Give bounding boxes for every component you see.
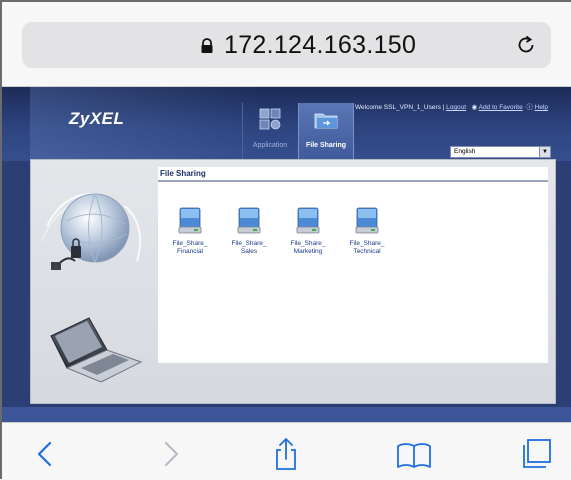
tab-application[interactable]: Application [242, 103, 297, 161]
zyxel-portal-page: ZyXEL Application File Sharing Welcome S… [2, 87, 571, 422]
share-name-line1: File_Share_ [172, 240, 208, 247]
help-icon: ⓘ [526, 104, 533, 111]
share-name-line1: File_Share_ [290, 240, 326, 247]
application-icon [259, 108, 281, 130]
reload-icon[interactable] [513, 32, 539, 58]
forward-icon[interactable] [152, 437, 188, 471]
add-to-favorite-link[interactable]: Add to Favorite [479, 104, 523, 111]
favorite-icon: ◉ [471, 104, 478, 111]
tab-file-sharing-label: File Sharing [305, 142, 347, 149]
share-icon[interactable] [268, 437, 304, 471]
share-item[interactable]: File_Share_ Sales [223, 207, 275, 256]
portal-header: ZyXEL Application File Sharing Welcome S… [2, 87, 571, 161]
main-panel: File Sharing File_Share_ Financial File_… [30, 159, 556, 404]
title-divider [158, 180, 548, 182]
header-shine [30, 87, 260, 161]
network-illustration [41, 193, 143, 383]
network-drive-icon [296, 207, 320, 234]
language-select[interactable]: English ▼ [450, 146, 551, 158]
zyxel-logo: ZyXEL [69, 109, 125, 128]
logout-link[interactable]: Logout [446, 104, 466, 111]
top-info-bar: Welcome SSL_VPN_1_Users | Logout ◉ Add t… [355, 101, 548, 111]
share-name-line2: Financial [176, 248, 203, 255]
tab-application-label: Application [252, 142, 288, 149]
network-drive-icon [237, 207, 261, 234]
share-name-line2: Technical [353, 248, 381, 255]
share-item[interactable]: File_Share_ Financial [164, 207, 216, 256]
share-item[interactable]: File_Share_ Technical [341, 207, 393, 256]
bookmarks-icon[interactable] [396, 437, 432, 471]
welcome-text: Welcome SSL_VPN_1_Users | [355, 104, 445, 111]
share-name-line1: File_Share_ [349, 240, 385, 247]
share-item[interactable]: File_Share_ Marketing [282, 207, 334, 256]
back-icon[interactable] [28, 437, 64, 471]
lock-icon [201, 38, 213, 53]
address-bar[interactable]: 172.124.163.150 [22, 22, 551, 68]
section-title: File Sharing [160, 169, 206, 178]
tab-file-sharing[interactable]: File Sharing [298, 103, 354, 161]
browser-toolbar [2, 422, 571, 480]
browser-address-area: 172.124.163.150 [2, 2, 571, 87]
page-footer-band [2, 407, 571, 422]
share-name-line2: Marketing [293, 248, 323, 255]
share-name-line2: Sales [240, 248, 258, 255]
help-link[interactable]: Help [535, 104, 548, 111]
network-drive-icon [355, 207, 379, 234]
chevron-down-icon[interactable]: ▼ [539, 147, 550, 157]
file-sharing-icon [314, 113, 338, 129]
url-text[interactable]: 172.124.163.150 [224, 31, 416, 60]
share-name-line1: File_Share_ [231, 240, 267, 247]
tabs-icon[interactable] [518, 437, 554, 471]
network-drive-icon [178, 207, 202, 234]
file-sharing-content: File Sharing File_Share_ Financial File_… [158, 167, 548, 363]
language-value: English [454, 148, 476, 155]
